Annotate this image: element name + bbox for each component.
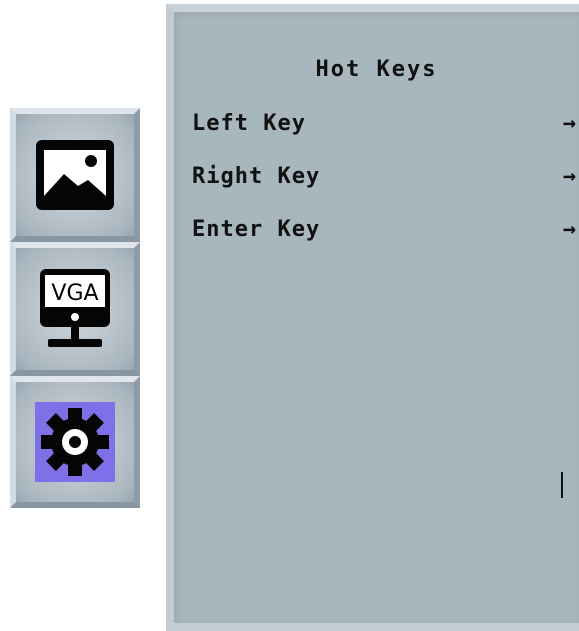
menu-item-left-key[interactable]: Left Key → [192,104,577,144]
gear-icon [35,402,115,482]
arrow-right-icon: → [562,217,577,242]
arrow-right-icon: → [562,164,577,189]
menu-item-label: Enter Key [192,217,321,242]
picture-icon [36,140,114,210]
text-cursor [561,472,563,498]
menu-item-enter-key[interactable]: Enter Key → [192,210,577,250]
sidebar-item-vga[interactable]: VGA [10,242,140,376]
sidebar-item-settings[interactable] [10,376,140,508]
menu-item-label: Left Key [192,111,306,136]
arrow-right-icon: → [562,111,577,136]
menu-item-label: Right Key [192,164,321,189]
vga-monitor-icon: VGA [40,269,110,349]
vga-label: VGA [51,281,98,306]
menu-title: Hot Keys [315,57,438,82]
menu-item-right-key[interactable]: Right Key → [192,157,577,197]
sidebar-item-picture[interactable] [10,108,140,242]
sidebar: VGA [10,108,140,508]
menu-panel: Hot Keys Left Key → Right Key → Enter Ke… [166,4,579,631]
